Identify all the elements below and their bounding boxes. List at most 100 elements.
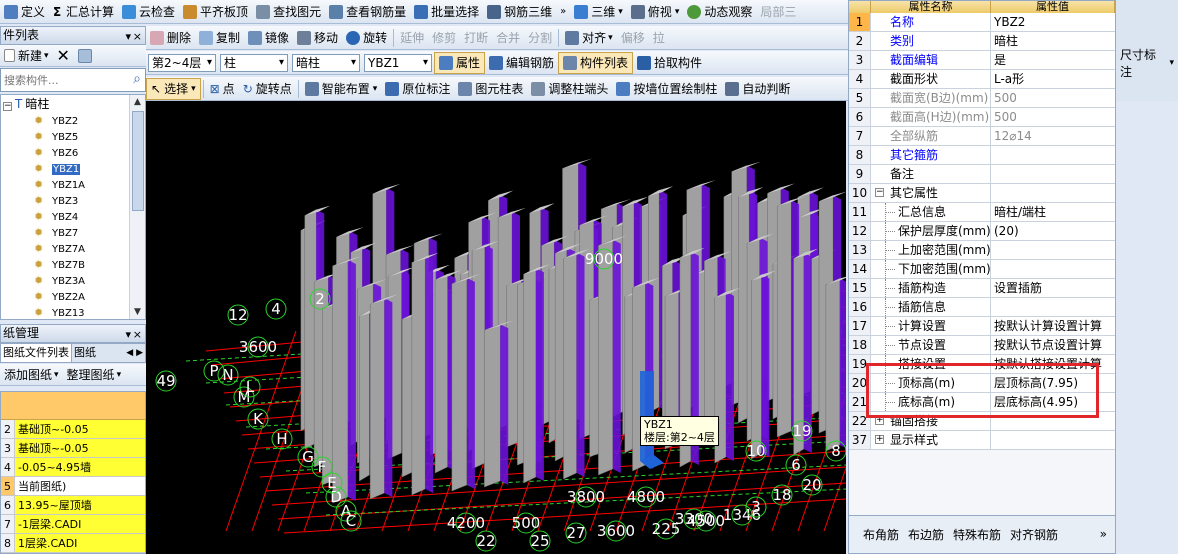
tree-item[interactable]: ✹ YBZ7A [1,241,145,257]
drawing-row[interactable]: 4 -0.05~4.95墙 [1,458,145,477]
break-button[interactable]: 打断 [460,27,492,49]
element-table-button[interactable]: 图元柱表 [454,78,527,100]
search-icon[interactable]: ⌕ [133,71,141,87]
merge-button[interactable]: 合并 [492,27,524,49]
align-slab-top-button[interactable]: 平齐板顶 [179,1,252,23]
view-3d-dropdown[interactable]: 三维 ▾ [570,1,627,23]
tab-drawing-files[interactable]: 图纸文件列表 [1,344,72,362]
pin-icon[interactable]: ▾ [125,326,131,343]
property-row[interactable]: 11 汇总信息 暗柱/端柱 [849,203,1115,222]
property-value[interactable] [991,146,1115,164]
property-value[interactable]: 500 [991,108,1115,126]
pin-icon[interactable]: ▾ [125,28,131,45]
property-row[interactable]: 2 类别 暗柱 [849,32,1115,51]
pull-button[interactable]: 拉 [649,27,669,49]
property-value[interactable] [991,431,1115,449]
adjust-end-button[interactable]: 调整柱端头 [527,78,612,100]
property-row[interactable]: 18 节点设置 按默认节点设置计算 [849,336,1115,355]
tree-item[interactable]: ✹ YBZ2 [1,113,145,129]
copy-component-icon[interactable] [74,45,99,66]
delete-component-icon[interactable]: ✕ [53,45,74,66]
tab-corner-rebar[interactable]: 布角筋 [863,526,899,543]
collapse-icon[interactable]: − [875,188,884,197]
tree-item[interactable]: ✹ YBZ1A [1,177,145,193]
property-row[interactable]: 16 插筋信息 [849,298,1115,317]
close-icon[interactable]: × [133,326,142,343]
property-value[interactable]: 按默认节点设置计算 [991,336,1115,354]
component-select[interactable]: YBZ1 [364,53,432,72]
drawing-row[interactable]: 6 13.95~屋顶墙 [1,496,145,515]
property-row[interactable]: 14 下加密范围(mm) [849,260,1115,279]
delete-button[interactable]: 删除 [146,27,195,49]
property-row[interactable]: 7 全部纵筋 12⌀14 [849,127,1115,146]
property-value[interactable]: 12⌀14 [991,127,1115,145]
tree-item[interactable]: ✹ YBZ1 [1,161,145,177]
property-row[interactable]: 3 截面编辑 是 [849,51,1115,70]
point-button[interactable]: ⊠ 点 [206,78,239,100]
3d-viewport[interactable]: 12 4 2 9000 3600 4200 500 3800 4800 3300 1346 18 20 2… [146,101,846,554]
tree-item[interactable]: ✹ YBZ7B [1,257,145,273]
type-select[interactable]: 暗柱 [292,53,360,72]
property-row[interactable]: 21 底标高(m) 层底标高(4.95) [849,393,1115,412]
trim-button[interactable]: 修剪 [428,27,460,49]
scroll-down-arrow[interactable]: ▼ [130,305,145,319]
new-component-button[interactable]: 新建 ▾ [0,45,53,66]
property-value[interactable]: (20) [991,222,1115,240]
view-rebar-qty-button[interactable]: 查看钢筋量 [325,1,410,23]
close-icon[interactable]: × [133,28,142,45]
property-value[interactable]: 按默认计算设置计算 [991,317,1115,335]
tree-item[interactable]: ✹ YBZ5 [1,129,145,145]
more-chevron[interactable]: » [1100,527,1107,541]
offset-button[interactable]: 偏移 [617,27,649,49]
define-button[interactable]: 定义 [0,1,49,23]
more-chevron[interactable]: » [556,1,570,23]
3d-scene[interactable]: 12 42900036004200 5003800 48003300 134618202… [146,101,846,554]
property-value[interactable] [991,165,1115,183]
property-value[interactable] [991,241,1115,259]
copy-button[interactable]: 复制 [195,27,244,49]
property-row[interactable]: 4 截面形状 L-a形 [849,70,1115,89]
category-select[interactable]: 柱 [220,53,288,72]
property-row[interactable]: 12 保护层厚度(mm) (20) [849,222,1115,241]
top-view-dropdown[interactable]: 俯视 ▾ [627,1,684,23]
tree-item[interactable]: ✹ YBZ7 [1,225,145,241]
property-row[interactable]: 15 插筋构造 设置插筋 [849,279,1115,298]
tree-item[interactable]: ✹ YBZ6 [1,145,145,161]
organize-drawing-button[interactable]: 整理图纸 ▾ [63,364,126,385]
property-value[interactable]: 设置插筋 [991,279,1115,297]
property-row[interactable]: 37 + 显示样式 [849,431,1115,450]
find-element-button[interactable]: 查找图元 [252,1,325,23]
collapse-icon[interactable]: − [3,102,12,111]
property-row[interactable]: 20 顶标高(m) 层顶标高(7.95) [849,374,1115,393]
property-row[interactable]: 5 截面宽(B边)(mm) 500 [849,89,1115,108]
tab-align-rebar[interactable]: 对齐钢筋 [1010,526,1058,543]
move-button[interactable]: 移动 [293,27,342,49]
summary-calc-button[interactable]: Σ 汇总计算 [49,1,118,23]
component-list-button[interactable]: 构件列表 [558,51,634,74]
property-row[interactable]: 19 搭接设置 按默认搭接设置计算 [849,355,1115,374]
rebar-3d-button[interactable]: 钢筋三维 [483,1,556,23]
tree-scrollbar[interactable]: ▲ ▼ [129,95,145,319]
tab-drawing-other[interactable]: 图纸 [72,344,98,362]
properties-button[interactable]: 属性 [434,51,486,74]
property-value[interactable]: 暗柱 [991,32,1115,50]
drawing-row[interactable]: 3 基础顶~-0.05 [1,439,145,458]
property-row[interactable]: 6 截面高(H边)(mm) 500 [849,108,1115,127]
property-value[interactable]: L-a形 [991,70,1115,88]
edit-rebar-button[interactable]: 编辑钢筋 [485,52,558,74]
property-value[interactable]: 是 [991,51,1115,69]
dimension-button[interactable]: 尺寸标注 ▾ [1116,48,1178,79]
property-row[interactable]: 22 + 锚固搭接 [849,412,1115,431]
dynamic-view-button[interactable]: 动态观察 [683,1,756,23]
split-button[interactable]: 分割 [524,27,556,49]
tree-item[interactable]: ✹ YBZ13 [1,305,145,320]
select-button[interactable]: ↖ 选择 ▾ [146,77,201,100]
property-value[interactable]: 层顶标高(7.95) [991,374,1115,392]
expand-icon[interactable]: + [875,435,884,444]
drawing-row[interactable]: 8 1层梁.CADI [1,534,145,553]
tree-item[interactable]: ✹ YBZ3A [1,273,145,289]
drawing-row[interactable]: 7 -1层梁.CADI [1,515,145,534]
property-value[interactable]: YBZ2 [991,13,1115,31]
pick-component-button[interactable]: 拾取构件 [633,52,706,74]
partial-3d-button[interactable]: 局部三 [756,1,800,23]
